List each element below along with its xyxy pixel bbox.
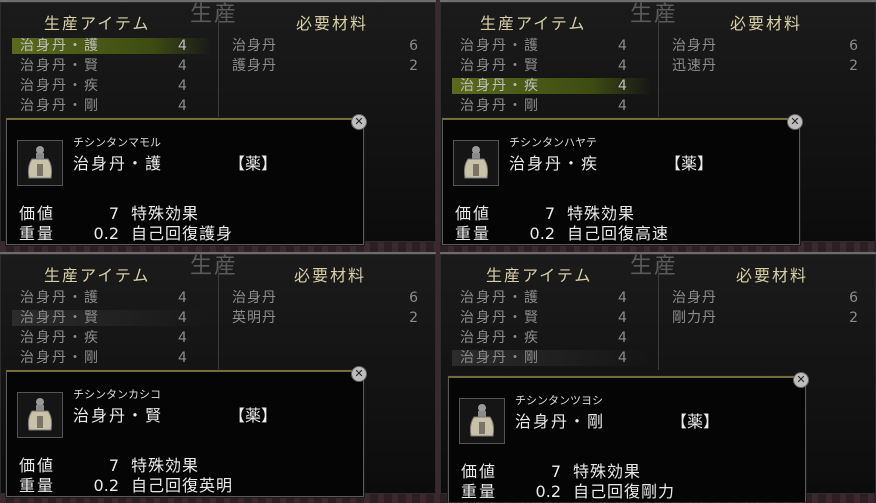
watermark-title: 生産 bbox=[630, 254, 679, 279]
materials-list: 治身丹 6 護身丹 2 bbox=[232, 36, 422, 76]
item-list: 治身丹・護 4 治身丹・賢 4 治身丹・疾 4 治身丹・剛 4 bbox=[10, 288, 212, 368]
material-row: 英明丹 2 bbox=[232, 310, 418, 326]
list-item[interactable]: 治身丹・賢 4 bbox=[450, 56, 650, 76]
item-category: 【薬】 bbox=[665, 154, 714, 173]
material-row: 治身丹 6 bbox=[672, 38, 858, 54]
close-icon[interactable]: ✕ bbox=[351, 114, 367, 130]
close-icon[interactable]: ✕ bbox=[793, 372, 809, 388]
item-list: 治身丹・護 4 治身丹・賢 4 治身丹・疾 4 治身丹・剛 4 bbox=[10, 36, 212, 116]
list-item[interactable]: 治身丹・賢 4 bbox=[450, 308, 650, 328]
column-divider bbox=[218, 260, 219, 370]
column-divider bbox=[218, 8, 219, 118]
materials-list: 治身丹 6 英明丹 2 bbox=[232, 288, 422, 328]
list-item[interactable]: 治身丹・剛 4 bbox=[10, 96, 210, 116]
close-icon[interactable]: ✕ bbox=[351, 366, 367, 382]
watermark-title: 生産 bbox=[630, 2, 679, 27]
weight-row: 重量 0.2 自己回復英明 bbox=[19, 476, 234, 495]
potion-bottle-icon bbox=[453, 140, 499, 186]
material-row: 治身丹 6 bbox=[232, 38, 418, 54]
items-column-header: 生産アイテム bbox=[44, 266, 151, 285]
item-name: 治身丹・剛 bbox=[515, 412, 606, 431]
column-divider bbox=[658, 8, 659, 118]
crafting-panel: 生産 生産アイテム 必要材料 治身丹・護 4 治身丹・賢 4 治身丹・疾 4 治身丹・… bbox=[440, 0, 876, 250]
materials-list: 治身丹 6 迅速丹 2 bbox=[672, 36, 862, 76]
potion-bottle-icon bbox=[459, 398, 505, 444]
item-detail-popup: ✕ チシンタンマモル 治身丹・護 【薬】 価値 7 特殊効果 重量 0.2 自己回復護身 bbox=[6, 114, 367, 245]
list-item[interactable]: 治身丹・賢 4 bbox=[10, 56, 210, 76]
list-item[interactable]: 治身丹・疾 4 bbox=[450, 76, 652, 96]
item-name: 治身丹・疾 bbox=[509, 154, 600, 173]
potion-bottle-icon bbox=[17, 392, 63, 438]
item-name: 治身丹・護 bbox=[73, 154, 164, 173]
item-category: 【薬】 bbox=[229, 406, 278, 425]
crafting-panel: 生産 生産アイテム 必要材料 治身丹・護 4 治身丹・賢 4 治身丹・疾 4 治身丹・… bbox=[440, 252, 876, 502]
list-item[interactable]: 治身丹・護 4 bbox=[10, 36, 212, 56]
close-icon[interactable]: ✕ bbox=[787, 114, 803, 130]
list-item[interactable]: 治身丹・疾 4 bbox=[10, 76, 210, 96]
column-divider bbox=[658, 260, 659, 370]
potion-bottle-icon bbox=[17, 140, 63, 186]
weight-row: 重量 0.2 自己回復高速 bbox=[455, 224, 670, 243]
list-item[interactable]: 治身丹・疾 4 bbox=[10, 328, 210, 348]
list-item[interactable]: 治身丹・護 4 bbox=[450, 36, 650, 56]
item-name: 治身丹・賢 bbox=[73, 406, 164, 425]
list-item[interactable]: 治身丹・剛 4 bbox=[10, 348, 210, 368]
watermark-title: 生産 bbox=[190, 254, 239, 279]
item-detail-popup: ✕ チシンタンツヨシ 治身丹・剛 【薬】 価値 7 特殊効果 重量 0.2 自己回復剛力 bbox=[448, 372, 809, 502]
material-row: 剛力丹 2 bbox=[672, 310, 858, 326]
item-kana: チシンタンカシコ bbox=[73, 388, 161, 401]
materials-column-header: 必要材料 bbox=[296, 14, 369, 33]
materials-list: 治身丹 6 剛力丹 2 bbox=[672, 288, 862, 328]
item-list: 治身丹・護 4 治身丹・賢 4 治身丹・疾 4 治身丹・剛 4 bbox=[450, 36, 652, 116]
item-category: 【薬】 bbox=[671, 412, 720, 431]
material-row: 護身丹 2 bbox=[232, 58, 418, 74]
materials-column-header: 必要材料 bbox=[294, 266, 367, 285]
materials-column-header: 必要材料 bbox=[736, 266, 809, 285]
materials-column-header: 必要材料 bbox=[730, 14, 803, 33]
items-column-header: 生産アイテム bbox=[44, 14, 151, 33]
item-kana: チシンタンハヤテ bbox=[509, 136, 597, 149]
item-list: 治身丹・護 4 治身丹・賢 4 治身丹・疾 4 治身丹・剛 4 bbox=[450, 288, 652, 368]
items-column-header: 生産アイテム bbox=[480, 14, 587, 33]
list-item[interactable]: 治身丹・剛 4 bbox=[450, 348, 652, 368]
list-item[interactable]: 治身丹・賢 4 bbox=[10, 308, 212, 328]
list-item[interactable]: 治身丹・護 4 bbox=[450, 288, 650, 308]
item-detail-popup: ✕ チシンタンカシコ 治身丹・賢 【薬】 価値 7 特殊効果 重量 0.2 自己回復英明 bbox=[6, 366, 367, 497]
weight-row: 重量 0.2 自己回復護身 bbox=[19, 224, 234, 243]
item-kana: チシンタンツヨシ bbox=[515, 394, 603, 407]
list-item[interactable]: 治身丹・剛 4 bbox=[450, 96, 650, 116]
material-row: 迅速丹 2 bbox=[672, 58, 858, 74]
list-item[interactable]: 治身丹・護 4 bbox=[10, 288, 210, 308]
crafting-panel: 生産 生産アイテム 必要材料 治身丹・護 4 治身丹・賢 4 治身丹・疾 4 治身丹・… bbox=[0, 252, 436, 502]
items-column-header: 生産アイテム bbox=[486, 266, 593, 285]
item-kana: チシンタンマモル bbox=[73, 136, 161, 149]
item-detail-popup: ✕ チシンタンハヤテ 治身丹・疾 【薬】 価値 7 特殊効果 重量 0.2 自己回復高速 bbox=[442, 114, 803, 245]
material-row: 治身丹 6 bbox=[672, 290, 858, 306]
list-item[interactable]: 治身丹・疾 4 bbox=[450, 328, 650, 348]
item-category: 【薬】 bbox=[229, 154, 278, 173]
crafting-panel: 生産 生産アイテム 必要材料 治身丹・護 4 治身丹・賢 4 治身丹・疾 4 治身丹・… bbox=[0, 0, 436, 250]
material-row: 治身丹 6 bbox=[232, 290, 418, 306]
weight-row: 重量 0.2 自己回復剛力 bbox=[461, 482, 676, 501]
watermark-title: 生産 bbox=[190, 2, 239, 27]
